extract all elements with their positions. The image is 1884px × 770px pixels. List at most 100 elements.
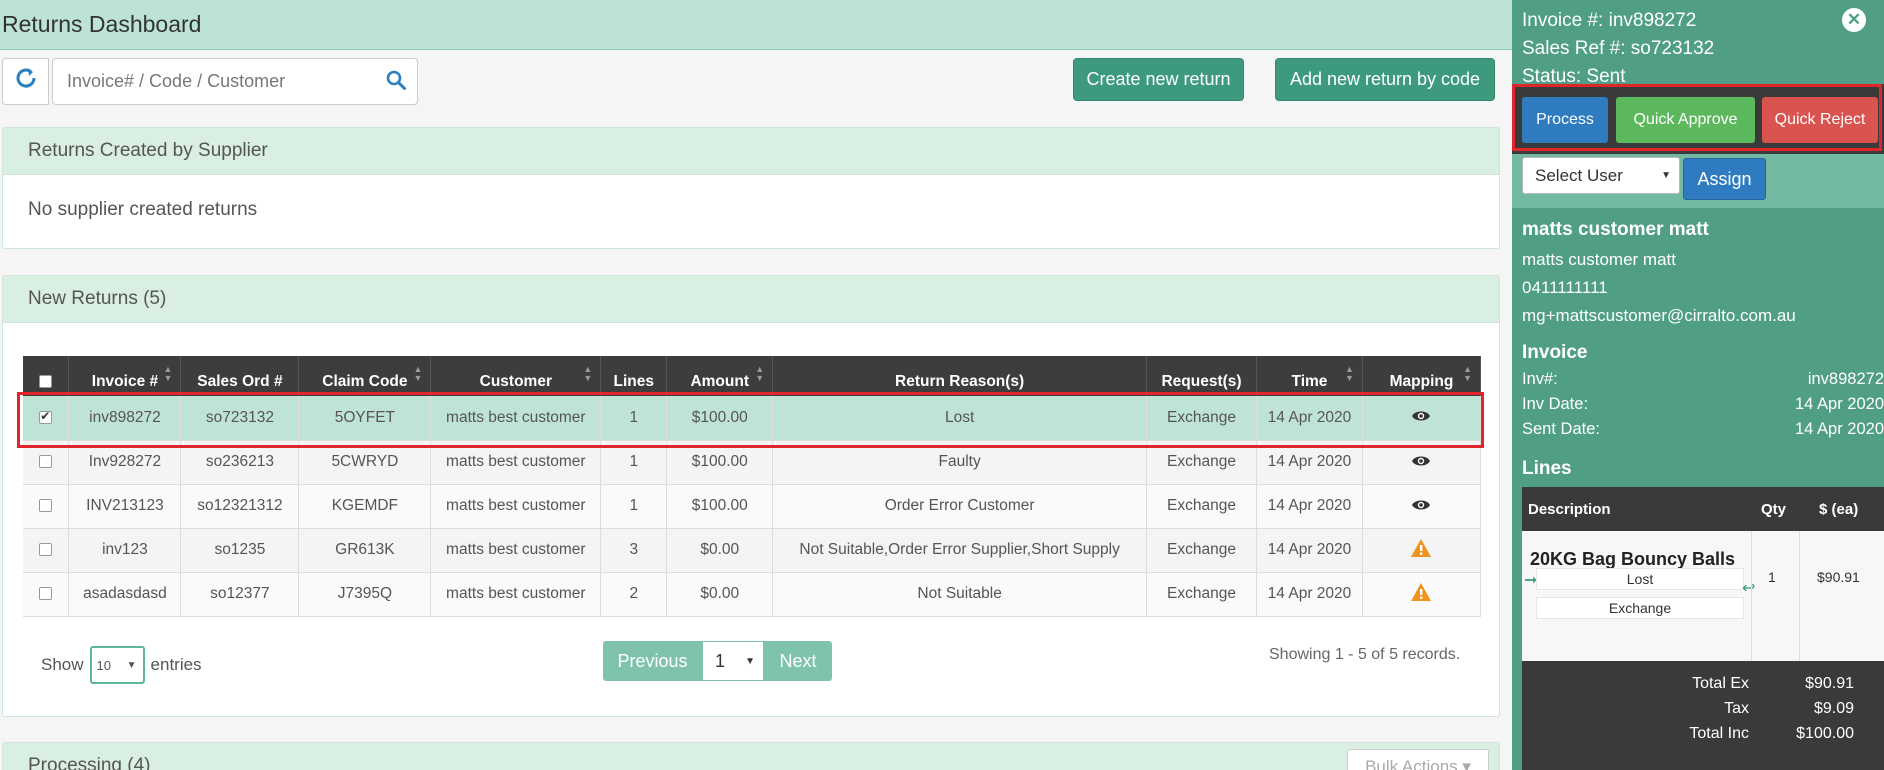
invoice-field: Inv#: inv898272 [1522, 370, 1884, 388]
col-time[interactable]: Time ▲ ▼ [1256, 356, 1363, 396]
sort-icon: ▲ ▼ [755, 364, 765, 383]
cell-sales-ord: so236213 [180, 440, 300, 485]
quick-reject-button[interactable]: Quick Reject [1762, 97, 1878, 143]
cell-customer: matts best customer [430, 440, 602, 485]
create-return-button[interactable]: Create new return [1073, 58, 1244, 101]
quick-approve-button[interactable]: Quick Approve [1616, 97, 1755, 143]
row-checkbox[interactable] [39, 455, 53, 469]
sort-icon: ▲ ▼ [583, 364, 593, 383]
cell-amount: $100.00 [666, 440, 774, 485]
line-item-name: 20KG Bag Bouncy Balls [1530, 549, 1736, 569]
cell-lines: 1 [600, 440, 668, 485]
invoice-title: Invoice [1522, 342, 1588, 363]
col-description: Description [1528, 500, 1611, 518]
col-amount[interactable]: Amount ▲ ▼ [666, 356, 774, 396]
col-price: $ (ea) [1819, 500, 1859, 518]
col-requests: Request(s) [1146, 356, 1257, 396]
sort-icon: ▲ ▼ [1345, 364, 1354, 383]
bulk-actions-button[interactable]: Bulk Actions ▾ [1347, 749, 1489, 770]
warning-icon[interactable] [1410, 538, 1432, 558]
cell-request: Exchange [1146, 572, 1257, 617]
main-area: Returns Dashboard Create new return Add … [0, 0, 1512, 770]
caret-down-icon: ▼ [126, 659, 137, 671]
select-all-header [23, 356, 70, 396]
eye-icon[interactable] [1411, 452, 1431, 473]
show-label: Show [41, 655, 84, 674]
search-input[interactable] [53, 59, 373, 104]
add-return-by-code-button[interactable]: Add new return by code [1275, 58, 1495, 101]
toolbar: Create new return Add new return by code [2, 57, 1500, 109]
cell-reason: Not Suitable [772, 572, 1148, 617]
assign-button[interactable]: Assign [1683, 158, 1766, 200]
page-select[interactable]: 1 ▼ [702, 641, 764, 681]
cell-request: Exchange [1146, 484, 1257, 529]
cell-amount: $0.00 [666, 528, 774, 573]
sort-icon: ▲ ▼ [413, 364, 423, 383]
return-details-sidebar: ✕ Invoice #: inv898272 Sales Ref #: so72… [1512, 0, 1884, 770]
col-mapping[interactable]: Mapping ▲ ▼ [1362, 356, 1482, 396]
table-row[interactable]: inv123 so1235 GR613K matts best customer… [23, 528, 1482, 573]
col-lines: Lines [600, 356, 668, 396]
invoice-field: Inv Date: 14 Apr 2020 [1522, 395, 1884, 413]
row-checkbox[interactable] [39, 543, 53, 557]
cell-customer: matts best customer [430, 572, 602, 617]
search-box [52, 58, 418, 105]
row-checkbox[interactable] [39, 409, 53, 425]
previous-button[interactable]: Previous [603, 641, 702, 681]
return-arrow-icon: ↩ [1742, 580, 1756, 597]
refresh-button[interactable] [2, 58, 49, 105]
supplier-returns-empty: No supplier created returns [28, 199, 258, 220]
col-customer[interactable]: Customer ▲ ▼ [430, 356, 602, 396]
eye-icon[interactable] [1411, 496, 1431, 517]
processing-panel: Processing (4) Bulk Actions ▾ [2, 742, 1500, 770]
cell-invoice: asadasdasd [68, 572, 182, 617]
cell-amount: $100.00 [666, 396, 774, 441]
table-row[interactable]: inv898272 so723132 5OYFET matts best cus… [23, 396, 1482, 441]
close-icon[interactable]: ✕ [1842, 8, 1866, 32]
cell-sales-ord: so1235 [180, 528, 300, 573]
cell-time: 14 Apr 2020 [1256, 572, 1363, 617]
pagination: Previous 1 ▼ Next [603, 641, 832, 681]
process-button[interactable]: Process [1522, 97, 1608, 143]
entries-select[interactable]: 10 ▼ [89, 646, 145, 684]
cell-invoice: Inv928272 [68, 440, 182, 485]
new-returns-title: New Returns (5) [3, 276, 1499, 323]
warning-icon[interactable] [1410, 582, 1432, 602]
search-icon[interactable] [385, 69, 407, 91]
col-qty: Qty [1761, 500, 1787, 518]
row-checkbox[interactable] [39, 587, 53, 601]
caret-down-icon: ▼ [1661, 170, 1671, 181]
select-all-checkbox[interactable] [39, 375, 53, 389]
table-row[interactable]: asadasdasd so12377 J7395Q matts best cus… [23, 572, 1482, 617]
cell-lines: 3 [600, 528, 668, 573]
table-header-row: Invoice # ▲ ▼ Sales Ord # Claim Code ▲ ▼ Cus… [23, 356, 1482, 396]
lines-table: Description Qty $ (ea) 20KG Bag Bouncy B… [1522, 487, 1884, 770]
user-select[interactable]: Select User ▼ [1522, 157, 1680, 194]
cell-request: Exchange [1146, 528, 1257, 573]
table-row[interactable]: INV213123 so12321312 KGEMDF matts best c… [23, 484, 1482, 529]
cell-claim-code: 5CWRYD [298, 440, 432, 485]
entries-length-control: Show 10 ▼ entries [41, 646, 202, 684]
cell-sales-ord: so12321312 [180, 484, 300, 529]
eye-icon[interactable] [1411, 407, 1431, 428]
next-button[interactable]: Next [764, 641, 832, 681]
customer-name: matts customer matt [1522, 250, 1676, 269]
sidebar-header: Invoice #: inv898272 Sales Ref #: so7231… [1512, 0, 1884, 91]
cell-amount: $0.00 [666, 572, 774, 617]
col-invoice[interactable]: Invoice # ▲ ▼ [68, 356, 182, 396]
cell-time: 14 Apr 2020 [1256, 396, 1363, 441]
row-checkbox[interactable] [39, 499, 53, 513]
line-request-chip: Exchange [1536, 597, 1744, 619]
table-row[interactable]: Inv928272 so236213 5CWRYD matts best cus… [23, 440, 1482, 485]
cell-claim-code: KGEMDF [298, 484, 432, 529]
returns-table: Invoice # ▲ ▼ Sales Ord # Claim Code ▲ ▼ Cus… [23, 356, 1482, 617]
line-item-row[interactable]: 20KG Bag Bouncy Balls ➞ Lost ↩ Exchange … [1522, 531, 1884, 661]
cell-invoice: INV213123 [68, 484, 182, 529]
cell-customer: matts best customer [430, 528, 602, 573]
col-claim-code[interactable]: Claim Code ▲ ▼ [298, 356, 432, 396]
refresh-icon [14, 66, 38, 97]
cell-customer: matts best customer [430, 396, 602, 441]
customer-email: mg+mattscustomer@cirralto.com.au [1522, 306, 1796, 325]
page-title: Returns Dashboard [2, 11, 202, 37]
cell-time: 14 Apr 2020 [1256, 440, 1363, 485]
